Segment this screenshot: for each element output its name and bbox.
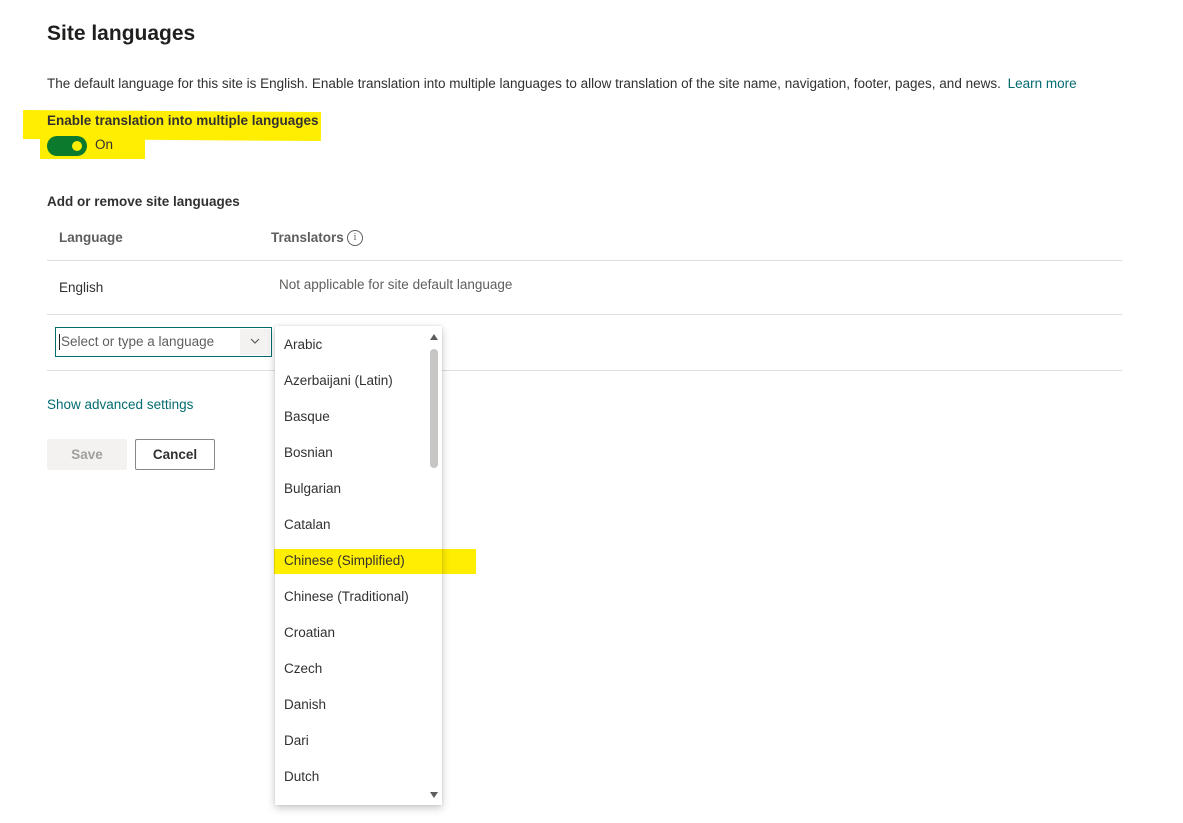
row-divider — [47, 370, 1122, 371]
scroll-up-arrow-icon[interactable] — [430, 334, 438, 340]
site-languages-page: Site languages The default language for … — [0, 0, 1183, 823]
language-option[interactable]: Arabic — [284, 337, 322, 352]
column-header-translators: Translators — [271, 230, 344, 245]
language-option[interactable]: Bulgarian — [284, 481, 341, 496]
translation-toggle[interactable] — [47, 136, 87, 156]
dropdown-scrollbar-thumb[interactable] — [430, 349, 438, 468]
language-combobox[interactable]: Select or type a language — [55, 327, 272, 357]
toggle-state-text: On — [95, 137, 114, 152]
language-search-input[interactable]: Select or type a language — [59, 334, 214, 350]
row-divider — [47, 314, 1122, 315]
translators-cell: Not applicable for site default language — [279, 277, 513, 292]
language-option-highlighted[interactable]: Chinese (Simplified) — [284, 553, 405, 568]
languages-section-label: Add or remove site languages — [47, 194, 240, 209]
cancel-button[interactable]: Cancel — [135, 439, 215, 470]
language-cell: English — [59, 280, 104, 295]
language-option[interactable]: Dutch — [284, 769, 319, 784]
language-option[interactable]: Dari — [284, 733, 309, 748]
language-option[interactable]: Danish — [284, 697, 326, 712]
language-option[interactable]: Basque — [284, 409, 330, 424]
toggle-knob — [72, 141, 82, 151]
row-divider — [47, 260, 1122, 261]
combobox-expand-button[interactable] — [240, 329, 270, 355]
save-button[interactable]: Save — [47, 439, 127, 470]
language-option[interactable]: Catalan — [284, 517, 331, 532]
show-advanced-settings-link[interactable]: Show advanced settings — [47, 397, 193, 412]
language-option[interactable]: Bosnian — [284, 445, 333, 460]
language-option[interactable]: Croatian — [284, 625, 335, 640]
language-option[interactable]: Czech — [284, 661, 322, 676]
language-option[interactable]: Azerbaijani (Latin) — [284, 373, 393, 388]
info-icon[interactable]: i — [347, 230, 363, 246]
column-header-language: Language — [59, 230, 123, 245]
language-option[interactable]: Chinese (Traditional) — [284, 589, 409, 604]
description-text: The default language for this site is En… — [47, 76, 1001, 91]
scroll-down-arrow-icon[interactable] — [430, 792, 438, 798]
page-title: Site languages — [47, 22, 196, 45]
site-language-description: The default language for this site is En… — [47, 76, 1077, 91]
learn-more-link[interactable]: Learn more — [1008, 76, 1077, 91]
chevron-down-icon — [250, 338, 260, 344]
translation-toggle-label: Enable translation into multiple languag… — [47, 113, 319, 128]
